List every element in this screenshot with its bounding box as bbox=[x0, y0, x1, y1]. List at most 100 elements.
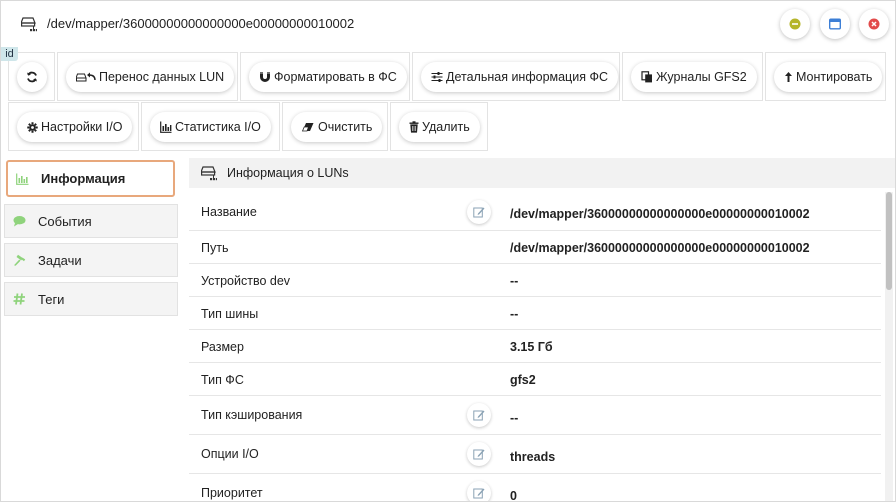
table-row: Название /dev/mapper/36000000000000000e0… bbox=[189, 194, 881, 231]
sidebar: Информация События Задачи Теги bbox=[1, 158, 181, 501]
title-bar: /dev/mapper/36000000000000000e0000000001… bbox=[1, 1, 895, 47]
row-value: -- bbox=[510, 411, 519, 425]
toolbar-cell: Журналы GFS2 bbox=[622, 52, 763, 101]
delete-label: Удалить bbox=[422, 120, 470, 134]
row-label: Тип кэширования bbox=[201, 408, 303, 422]
info-panel: Информация о LUNs Название /dev/mapper/3… bbox=[189, 158, 895, 502]
sidebar-item-label: События bbox=[38, 213, 92, 229]
gear-icon bbox=[27, 121, 38, 133]
io-settings-label: Настройки I/O bbox=[41, 120, 123, 134]
io-stats-button[interactable]: Статистика I/O bbox=[150, 112, 271, 142]
table-row: Приоритет 0 bbox=[189, 474, 881, 502]
edit-button[interactable] bbox=[467, 200, 491, 224]
minimize-icon bbox=[789, 18, 801, 30]
sidebar-item-label: Задачи bbox=[38, 252, 82, 268]
sliders-icon bbox=[431, 72, 443, 82]
id-badge: id bbox=[1, 47, 18, 61]
io-stats-label: Статистика I/O bbox=[175, 120, 261, 134]
window-title: /dev/mapper/36000000000000000e0000000001… bbox=[47, 16, 355, 31]
format-fs-label: Форматировать в ФС bbox=[274, 70, 397, 84]
edit-button[interactable] bbox=[467, 481, 491, 501]
table-row: Тип ФС gfs2 bbox=[189, 363, 881, 396]
toolbar-cell: Монтировать bbox=[765, 52, 886, 101]
close-button[interactable] bbox=[859, 9, 889, 39]
row-label: Тип ФС bbox=[201, 373, 244, 387]
row-label: Размер bbox=[201, 340, 244, 354]
refresh-button[interactable] bbox=[17, 62, 47, 92]
bar-chart-icon bbox=[160, 121, 172, 133]
row-label: Приоритет bbox=[201, 486, 263, 500]
row-value: threads bbox=[510, 450, 556, 464]
delete-button[interactable]: Удалить bbox=[399, 112, 480, 142]
row-value: /dev/mapper/36000000000000000e0000000001… bbox=[510, 207, 810, 221]
clear-button[interactable]: Очистить bbox=[291, 112, 383, 142]
sidebar-item-events[interactable]: События bbox=[4, 204, 178, 238]
maximize-icon bbox=[828, 18, 842, 30]
clear-label: Очистить bbox=[318, 120, 373, 134]
row-label: Путь bbox=[201, 241, 229, 255]
sidebar-item-tasks[interactable]: Задачи bbox=[4, 243, 178, 277]
row-label: Устройство dev bbox=[201, 274, 291, 288]
trash-icon bbox=[409, 121, 419, 133]
table-row: Тип шины -- bbox=[189, 297, 881, 330]
edit-button[interactable] bbox=[467, 403, 491, 427]
sidebar-item-info[interactable]: Информация bbox=[6, 160, 175, 197]
sidebar-item-label: Теги bbox=[38, 291, 65, 307]
row-label: Опции I/O bbox=[201, 447, 259, 461]
maximize-button[interactable] bbox=[820, 9, 850, 39]
transfer-lun-button[interactable]: Перенос данных LUN bbox=[66, 62, 235, 92]
toolbar-cell: Очистить bbox=[282, 102, 388, 151]
toolbar-cell: Перенос данных LUN bbox=[57, 52, 238, 101]
edit-icon bbox=[473, 410, 485, 421]
row-label: Тип шины bbox=[201, 307, 259, 321]
mount-button[interactable]: Монтировать bbox=[774, 62, 883, 92]
edit-icon bbox=[473, 449, 485, 460]
transfer-icon bbox=[76, 72, 96, 82]
comment-icon bbox=[13, 216, 26, 227]
panel-title: Информация о LUNs bbox=[227, 166, 349, 180]
table-row: Опции I/O threads bbox=[189, 435, 881, 474]
upload-icon bbox=[785, 72, 792, 82]
lun-window: /dev/mapper/36000000000000000e0000000001… bbox=[0, 0, 896, 502]
edit-icon bbox=[473, 207, 485, 218]
hammer-icon bbox=[14, 254, 26, 266]
scrollbar-thumb[interactable] bbox=[886, 192, 892, 290]
minimize-button[interactable] bbox=[780, 9, 810, 39]
row-value: gfs2 bbox=[510, 373, 536, 387]
panel-header: Информация о LUNs bbox=[189, 158, 895, 188]
table-row: Путь /dev/mapper/36000000000000000e00000… bbox=[189, 231, 881, 264]
copy-icon bbox=[641, 71, 652, 83]
transfer-lun-label: Перенос данных LUN bbox=[99, 70, 225, 84]
io-settings-button[interactable]: Настройки I/O bbox=[17, 112, 133, 142]
action-toolbar: Перенос данных LUN Форматировать в ФС Де… bbox=[1, 49, 895, 155]
table-row: Тип кэширования -- bbox=[189, 396, 881, 435]
storage-tree-icon bbox=[21, 17, 37, 32]
fs-details-label: Детальная информация ФС bbox=[446, 70, 608, 84]
row-value: -- bbox=[510, 274, 519, 288]
edit-icon bbox=[473, 488, 485, 499]
table-row: Размер 3.15 Гб bbox=[189, 330, 881, 363]
table-row: Устройство dev -- bbox=[189, 264, 881, 297]
gfs2-logs-label: Журналы GFS2 bbox=[656, 70, 747, 84]
format-fs-button[interactable]: Форматировать в ФС bbox=[249, 62, 407, 92]
row-value: 3.15 Гб bbox=[510, 340, 553, 354]
hashtag-icon bbox=[13, 293, 25, 305]
eraser-icon bbox=[301, 123, 314, 132]
bar-chart-icon bbox=[16, 173, 29, 185]
sidebar-item-tags[interactable]: Теги bbox=[4, 282, 178, 316]
edit-button[interactable] bbox=[467, 442, 491, 466]
row-value: 0 bbox=[510, 489, 517, 502]
row-label: Название bbox=[201, 205, 257, 219]
sidebar-item-label: Информация bbox=[41, 171, 126, 186]
row-value: /dev/mapper/36000000000000000e0000000001… bbox=[510, 241, 810, 255]
toolbar-cell: Удалить bbox=[390, 102, 488, 151]
refresh-icon bbox=[27, 71, 37, 83]
magnet-icon bbox=[260, 72, 270, 82]
scrollbar[interactable] bbox=[885, 192, 893, 501]
gfs2-logs-button[interactable]: Журналы GFS2 bbox=[631, 62, 757, 92]
fs-details-button[interactable]: Детальная информация ФС bbox=[421, 62, 618, 92]
close-icon bbox=[868, 18, 880, 30]
storage-tree-icon bbox=[201, 166, 217, 181]
row-value: -- bbox=[510, 307, 519, 321]
toolbar-cell: Форматировать в ФС bbox=[240, 52, 410, 101]
